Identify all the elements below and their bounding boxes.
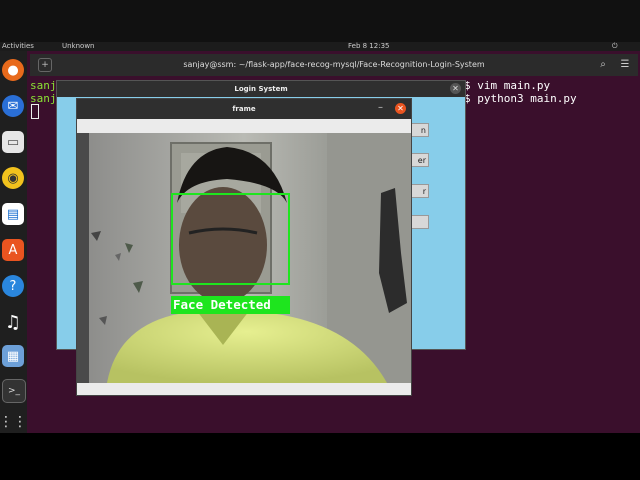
close-icon[interactable]: ✕ (450, 83, 461, 94)
frame-toolbar (77, 119, 411, 133)
music-icon[interactable]: ♫ (2, 311, 24, 333)
thunderbird-icon[interactable]: ✉ (2, 95, 24, 117)
firefox-icon[interactable]: ● (2, 59, 24, 81)
frame-window: frame – ✕ (76, 98, 412, 396)
search-icon[interactable]: ⌕ (596, 58, 610, 72)
clock[interactable]: Feb 8 12:35 (348, 42, 389, 51)
frame-window-title: frame (77, 99, 411, 119)
prompt-fragment-1: sanj (30, 79, 57, 92)
terminal-cursor (31, 104, 39, 119)
help-icon[interactable]: ? (2, 275, 24, 297)
terminal-title: sanjay@ssm: ~/flask-app/face-recog-mysql… (183, 60, 485, 69)
writer-icon[interactable]: ▤ (2, 203, 24, 225)
bottom-bar (0, 433, 640, 480)
webcam-feed (77, 133, 411, 383)
top-bar-strip: Activities Unknown Feb 8 12:35 ⏻ (0, 42, 640, 51)
terminal-icon[interactable]: >_ (2, 379, 26, 403)
rhythmbox-icon[interactable]: ◉ (2, 167, 24, 189)
files-icon[interactable]: ▭ (2, 131, 24, 153)
app-grid-icon[interactable]: ⋮⋮ (0, 411, 27, 433)
terminal-header: + sanjay@ssm: ~/flask-app/face-recog-mys… (30, 54, 638, 76)
close-icon[interactable]: ✕ (395, 103, 406, 114)
power-icon[interactable]: ⏻ (612, 42, 618, 51)
menu-icon[interactable]: ☰ (618, 58, 632, 72)
software-icon[interactable]: A (2, 239, 24, 261)
command-vim: $ vim main.py (464, 79, 551, 92)
minimize-icon[interactable]: – (378, 102, 383, 114)
face-detected-label: Face Detected (171, 296, 290, 314)
webcam-image (77, 133, 411, 383)
login-window-title: Login System (57, 81, 465, 97)
frame-statusbar (77, 383, 411, 395)
command-python: $ python3 main.py (464, 92, 577, 105)
activities-button[interactable]: Activities (2, 42, 34, 51)
dock: ● ✉ ▭ ◉ ▤ A ? ♫ ▦ >_ ⋮⋮ (0, 51, 27, 433)
app-menu[interactable]: Unknown (62, 42, 95, 51)
top-bar: Activities Unknown Feb 8 12:35 ⏻ (0, 0, 640, 51)
image-viewer-icon[interactable]: ▦ (2, 345, 24, 367)
